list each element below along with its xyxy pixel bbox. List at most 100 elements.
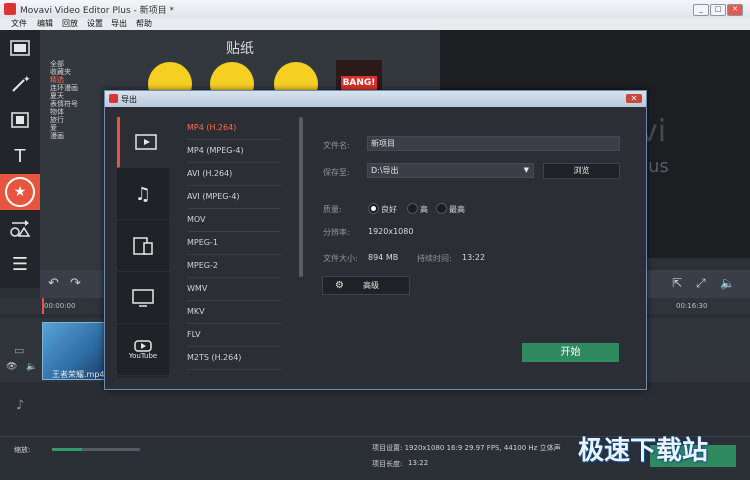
filename-input[interactable]: 新项目: [367, 136, 620, 151]
sticker-star-icon[interactable]: ★: [0, 174, 40, 210]
project-settings: 项目设置: 1920x1080 16:9 29.97 FPS, 44100 Hz…: [372, 444, 561, 452]
project-length: 13:22: [408, 459, 429, 467]
tv-icon: [132, 289, 154, 307]
time-mark-start: 00:00:00: [44, 302, 76, 310]
format-item[interactable]: FLV: [187, 324, 281, 347]
filesize-label: 文件大小:: [323, 254, 358, 263]
format-item[interactable]: WMV: [187, 278, 281, 301]
dialog-header: 导出 ✕: [105, 91, 646, 107]
format-item[interactable]: M2TS (H.264): [187, 347, 281, 370]
zoom-slider-fill: [52, 448, 82, 451]
format-item[interactable]: AVI (H.264): [187, 163, 281, 186]
browse-button[interactable]: 浏览: [543, 163, 620, 179]
clip-name: 王者荣耀.mp4: [52, 370, 105, 379]
quality-highest-radio[interactable]: [436, 203, 447, 214]
filesize-value: 894 MB: [368, 253, 399, 262]
save-to-path: D:\导出: [371, 166, 399, 175]
zoom-slider[interactable]: [52, 448, 140, 451]
window-title: Movavi Video Editor Plus - 新项目 *: [20, 6, 175, 16]
minimize-button[interactable]: _: [693, 4, 709, 16]
quality-high-radio[interactable]: [407, 203, 418, 214]
site-watermark: 极速下载站: [578, 436, 709, 466]
filename-label: 文件名:: [323, 141, 350, 150]
quality-label: 质量:: [323, 205, 342, 214]
filters-icon[interactable]: [0, 102, 40, 138]
duration-label: 持续时间:: [417, 254, 452, 263]
format-item[interactable]: MKV: [187, 301, 281, 324]
format-item[interactable]: MP4 (MPEG-4): [187, 140, 281, 163]
film-icon[interactable]: [0, 30, 40, 66]
format-item-selected[interactable]: MP4 (H.264): [187, 117, 281, 140]
mobile-devices-icon: [133, 237, 153, 255]
shapes-icon[interactable]: [0, 210, 40, 246]
export-dialog: 导出 ✕ ♫ YouTube MP4 (H.264) MP4 (MPEG-4) …: [104, 90, 647, 390]
youtube-label: YouTube: [128, 352, 158, 360]
dialog-close-button[interactable]: ✕: [626, 94, 642, 103]
menu-export[interactable]: 导出: [111, 18, 127, 29]
svg-text:✦: ✦: [23, 75, 30, 85]
quality-highest-label: 最高: [449, 205, 465, 214]
category-item-selected[interactable]: 精选: [50, 76, 128, 84]
preview-watermark-line2: us: [648, 156, 669, 177]
bang-label: BANG!: [340, 76, 378, 90]
playhead[interactable]: [42, 298, 44, 314]
tab-audio[interactable]: ♫: [117, 169, 169, 220]
eye-icon[interactable]: 👁: [6, 362, 17, 372]
category-item[interactable]: 全部: [50, 60, 128, 68]
magic-wand-icon[interactable]: ✦: [0, 66, 40, 102]
maximize-button[interactable]: □: [710, 4, 726, 16]
track-video-icon: ▭: [14, 344, 25, 357]
duration-value: 13:22: [462, 253, 486, 262]
sticker-title: 贴纸: [226, 41, 254, 57]
dialog-title: 导出: [121, 95, 137, 104]
export-category-tabs: ♫ YouTube: [117, 117, 172, 377]
format-item[interactable]: MPEG-2: [187, 255, 281, 278]
list-icon[interactable]: ☰: [0, 246, 40, 282]
menu-file[interactable]: 文件: [11, 18, 27, 29]
tab-youtube[interactable]: YouTube: [117, 325, 169, 376]
menu-help[interactable]: 帮助: [136, 18, 152, 29]
tab-tv[interactable]: [117, 273, 169, 324]
quality-high-label: 高: [420, 205, 428, 214]
resolution-value: 1920x1080: [368, 227, 414, 236]
zoom-label: 缩放:: [14, 446, 31, 454]
mute-icon[interactable]: 🔈: [26, 362, 37, 372]
volume-icon[interactable]: 🔈: [720, 276, 735, 290]
dialog-app-icon: [109, 94, 118, 103]
project-length-label: 项目长度:: [372, 460, 403, 468]
menu-edit[interactable]: 编辑: [37, 18, 53, 29]
chevron-down-icon: ▼: [523, 166, 529, 174]
format-list-scrollbar[interactable]: [299, 117, 303, 277]
format-item[interactable]: AVI (MPEG-4): [187, 186, 281, 209]
menu-playback[interactable]: 回放: [62, 18, 78, 29]
popout-icon[interactable]: ⇱: [672, 276, 682, 290]
music-track-icon: ♪: [16, 398, 25, 413]
format-item[interactable]: MPEG-1: [187, 232, 281, 255]
fullscreen-icon[interactable]: ⤢: [696, 276, 706, 291]
title-bar: Movavi Video Editor Plus - 新项目 * _ □ ✕: [0, 0, 750, 18]
video-icon: [135, 134, 157, 150]
tab-video[interactable]: [117, 117, 172, 168]
save-to-label: 保存至:: [323, 168, 350, 177]
youtube-icon: [134, 340, 152, 352]
category-item[interactable]: 收藏夹: [50, 68, 128, 76]
redo-icon[interactable]: ↷: [70, 276, 81, 291]
app-logo-icon: [4, 3, 16, 15]
close-button[interactable]: ✕: [727, 4, 743, 16]
text-icon[interactable]: T: [0, 138, 40, 174]
undo-icon[interactable]: ↶: [48, 276, 59, 291]
format-item[interactable]: MOV: [187, 209, 281, 232]
save-to-dropdown[interactable]: D:\导出 ▼: [367, 163, 534, 178]
start-button[interactable]: 开始: [522, 343, 619, 362]
quality-good-radio[interactable]: [368, 203, 379, 214]
gear-icon: ⚙: [335, 280, 344, 291]
time-mark-end: 00:16:30: [676, 302, 708, 310]
advanced-button[interactable]: ⚙ 高级: [322, 276, 410, 295]
music-icon: ♫: [134, 183, 152, 205]
format-list: MP4 (H.264) MP4 (MPEG-4) AVI (H.264) AVI…: [187, 117, 281, 377]
tab-devices[interactable]: [117, 221, 169, 272]
resolution-label: 分辨率:: [323, 228, 350, 237]
left-toolbar: ✦ T ★ ☰: [0, 30, 40, 288]
quality-good-label: 良好: [381, 205, 397, 214]
menu-settings[interactable]: 设置: [87, 18, 103, 29]
